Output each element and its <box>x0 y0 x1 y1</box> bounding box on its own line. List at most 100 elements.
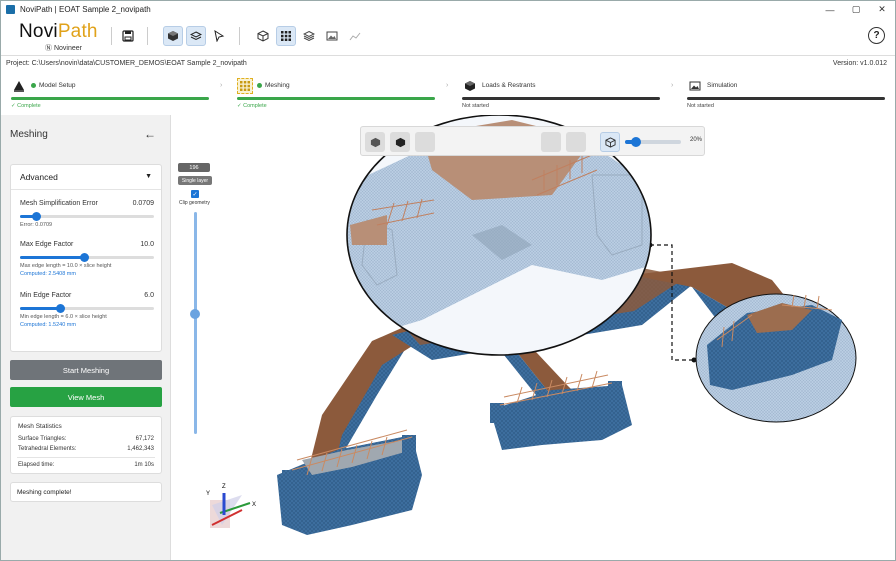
param-name: Max Edge Factor <box>20 241 74 248</box>
param-value: 6.0 <box>144 292 154 299</box>
results-chart-button[interactable] <box>345 26 365 46</box>
stat-value: 1m 10s <box>134 462 154 468</box>
slider-handle[interactable] <box>56 304 66 313</box>
minimize-button[interactable]: — <box>817 1 843 18</box>
mesh-statistics: Mesh Statistics Surface Triangles: 67,172… <box>10 416 162 474</box>
chevron-right-icon: › <box>446 82 449 89</box>
layer-slider[interactable] <box>194 212 197 434</box>
solid-view-button[interactable] <box>163 26 183 46</box>
single-layer-button[interactable]: Single layer <box>178 176 212 185</box>
app-window: NoviPath | EOAT Sample 2_novipath — ▢ ✕ … <box>0 0 896 561</box>
stat-label: Elapsed time: <box>18 462 55 468</box>
wireframe-button[interactable] <box>253 26 273 46</box>
layer-controls: 196 Single layer ✓ Clip geometry <box>178 163 214 206</box>
param-min-edge-factor: Min Edge Factor 6.0 Min edge length = 6.0… <box>20 292 154 328</box>
advanced-toggle[interactable]: Advanced ▼ <box>11 165 161 190</box>
clip-geometry-label: Clip geometry <box>179 200 210 206</box>
stats-title: Mesh Statistics <box>18 423 62 430</box>
step-status: Not started <box>687 103 714 109</box>
chevron-right-icon: › <box>671 82 674 89</box>
step-label: Simulation <box>707 82 738 89</box>
param-computed: Computed: 2.5408 mm <box>20 271 76 277</box>
param-name: Min Edge Factor <box>20 292 72 299</box>
simulation-icon <box>687 78 703 94</box>
save-button[interactable] <box>118 26 138 46</box>
param-hint: Max edge length = 10.0 × slice height <box>20 263 112 269</box>
pad-middle-post <box>490 403 504 423</box>
advanced-label: Advanced <box>20 172 58 182</box>
step-status: ✓ Complete <box>11 103 41 109</box>
simplification-error-slider[interactable] <box>20 212 154 221</box>
chevron-down-icon: ▼ <box>145 173 152 180</box>
step-simulation[interactable]: Simulation Not started <box>687 75 885 115</box>
chart-icon <box>349 32 361 41</box>
step-progress-bar <box>462 97 660 100</box>
view-option-button[interactable] <box>415 132 435 152</box>
stat-label: Surface Triangles: <box>18 436 67 442</box>
view-option-button[interactable] <box>541 132 561 152</box>
step-label: Meshing <box>265 82 290 89</box>
param-value: 10.0 <box>140 241 154 248</box>
max-edge-factor-slider[interactable] <box>20 253 154 262</box>
stat-value: 1,462,343 <box>127 446 154 452</box>
step-progress-bar <box>687 97 885 100</box>
opacity-slider[interactable] <box>625 137 681 147</box>
pad-middle-post <box>608 381 622 401</box>
mesh-model-view[interactable]: Z Y X <box>172 115 895 561</box>
step-progress-bar <box>11 97 209 100</box>
model-setup-icon <box>11 78 27 94</box>
axis-gizmo: Z Y X <box>206 484 256 528</box>
axis-y-label: Y <box>206 491 210 497</box>
stat-label: Tetrahedral Elements: <box>18 446 77 452</box>
version-label: Version: v1.0.012 <box>832 60 887 67</box>
cube-solid-icon <box>370 137 380 147</box>
param-hint: Error: 0.0709 <box>20 222 53 228</box>
view-option-button[interactable] <box>566 132 586 152</box>
main-toolbar: NoviPath Ⓝ Novineer ? <box>1 18 895 56</box>
stack-view-button[interactable] <box>299 26 319 46</box>
param-max-edge-factor: Max Edge Factor 10.0 Max edge length = 10… <box>20 241 154 277</box>
step-label: Model Setup <box>39 82 76 89</box>
view-toolbar: 20% <box>360 126 705 156</box>
view-shaded-button[interactable] <box>390 132 410 152</box>
step-status: Not started <box>462 103 489 109</box>
slider-handle[interactable] <box>80 253 90 262</box>
start-meshing-button[interactable]: Start Meshing <box>10 360 162 380</box>
layers-view-button[interactable] <box>186 26 206 46</box>
param-hint: Min edge length = 6.0 × slice height <box>20 314 107 320</box>
layers-icon <box>190 31 202 41</box>
callout-dot <box>691 357 697 363</box>
cursor-icon <box>214 30 225 42</box>
cube-outline-icon <box>257 30 269 42</box>
step-model-setup[interactable]: Model Setup ✓ Complete <box>11 75 209 115</box>
view-mesh-button[interactable]: View Mesh <box>10 387 162 407</box>
view-solid-button[interactable] <box>365 132 385 152</box>
window-title: NoviPath | EOAT Sample 2_novipath <box>20 5 151 14</box>
step-meshing[interactable]: Meshing ✓ Complete <box>237 75 435 115</box>
min-edge-factor-slider[interactable] <box>20 304 154 313</box>
stat-value: 67,172 <box>135 436 154 442</box>
back-arrow-icon[interactable]: ← <box>144 127 156 141</box>
stack-icon <box>303 30 315 42</box>
3d-viewport[interactable]: Z Y X 20% 196 Single layer ✓ Clip geomet… <box>172 115 895 561</box>
step-status: ✓ Complete <box>237 103 267 109</box>
step-loads-restraints[interactable]: Loads & Restrants Not started <box>462 75 660 115</box>
clip-geometry-checkbox[interactable]: ✓ <box>191 190 199 198</box>
close-button[interactable]: ✕ <box>869 1 895 18</box>
opacity-value: 20% <box>690 137 703 143</box>
layer-number: 196 <box>178 163 210 172</box>
select-tool-button[interactable] <box>209 26 229 46</box>
mesh-grid-icon <box>281 31 291 41</box>
slider-handle[interactable] <box>32 212 42 221</box>
param-value: 0.0709 <box>132 200 154 207</box>
image-view-button[interactable] <box>322 26 342 46</box>
transparency-toggle[interactable] <box>600 132 620 152</box>
mesh-view-button[interactable] <box>276 26 296 46</box>
axis-x-label: X <box>252 502 256 508</box>
opacity-handle[interactable] <box>631 137 642 147</box>
maximize-button[interactable]: ▢ <box>843 1 869 18</box>
logo-subtitle: Ⓝ Novineer <box>45 45 82 52</box>
help-button[interactable]: ? <box>868 27 885 44</box>
status-message: Meshing complete! <box>10 482 162 502</box>
status-dot-icon <box>257 83 262 88</box>
